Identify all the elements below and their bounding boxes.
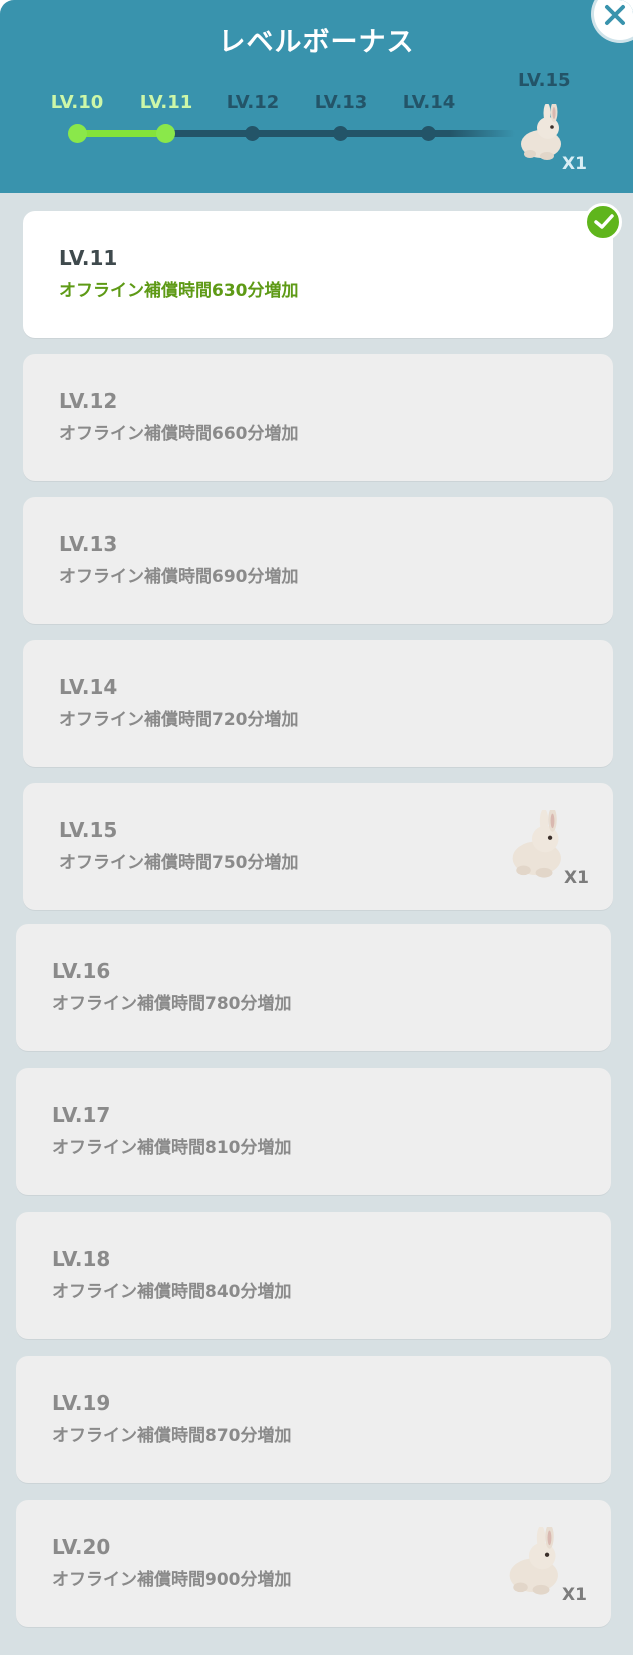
bonus-level: LV.11 <box>59 246 118 270</box>
bonus-level: LV.17 <box>52 1103 111 1127</box>
bonus-card-lv18: LV.18 オフライン補償時間840分増加 <box>16 1212 611 1339</box>
rabbit-icon[interactable] <box>518 104 566 162</box>
progress-node-lv11 <box>156 124 175 143</box>
bonus-level: LV.15 <box>59 818 118 842</box>
achieved-check-icon <box>584 203 622 241</box>
bonus-card-lv15: LV.15 オフライン補償時間750分増加 X1 <box>23 783 613 910</box>
level-bonus-dialog: レベルボーナス LV.10 LV.11 LV.12 LV.13 LV.14 LV… <box>0 0 633 1655</box>
reward-count: X1 <box>564 868 589 888</box>
rabbit-icon[interactable] <box>506 1527 564 1597</box>
bonus-description: オフライン補償時間720分増加 <box>59 710 299 730</box>
bonus-level: LV.16 <box>52 959 111 983</box>
bonus-description: オフライン補償時間780分増加 <box>52 994 292 1014</box>
bonus-level: LV.14 <box>59 675 118 699</box>
bonus-level: LV.18 <box>52 1247 111 1271</box>
bonus-level: LV.20 <box>52 1535 111 1559</box>
bonus-description: オフライン補償時間900分増加 <box>52 1570 292 1590</box>
bonus-description: オフライン補償時間840分増加 <box>52 1282 292 1302</box>
bonus-description: オフライン補償時間660分増加 <box>59 424 299 444</box>
bonus-level: LV.13 <box>59 532 118 556</box>
bonus-level: LV.12 <box>59 389 118 413</box>
bonus-card-lv17: LV.17 オフライン補償時間810分増加 <box>16 1068 611 1195</box>
progress-label-lv14: LV.14 <box>402 92 456 113</box>
bonus-description: オフライン補償時間690分増加 <box>59 567 299 587</box>
final-reward-count: X1 <box>562 154 587 174</box>
close-icon <box>605 5 625 25</box>
bonus-description: オフライン補償時間750分増加 <box>59 853 299 873</box>
lower-list-area: LV.16 オフライン補償時間780分増加 LV.17 オフライン補償時間810… <box>0 906 633 1655</box>
progress-label-lv12: LV.12 <box>226 92 280 113</box>
dialog-header: レベルボーナス LV.10 LV.11 LV.12 LV.13 LV.14 LV… <box>0 0 633 193</box>
dialog-title: レベルボーナス <box>218 27 415 58</box>
final-level-label: LV.15 <box>518 70 571 91</box>
rabbit-icon[interactable] <box>509 810 567 880</box>
progress-node-lv12 <box>245 126 260 141</box>
reward-count: X1 <box>562 1585 587 1605</box>
bonus-card-lv19: LV.19 オフライン補償時間870分増加 <box>16 1356 611 1483</box>
bonus-card-lv13: LV.13 オフライン補償時間690分増加 <box>23 497 613 624</box>
progress-fill <box>78 130 166 137</box>
progress-label-lv13: LV.13 <box>314 92 368 113</box>
bonus-card-lv20: LV.20 オフライン補償時間900分増加 X1 <box>16 1500 611 1627</box>
bonus-card-lv11: LV.11 オフライン補償時間630分増加 <box>23 211 613 338</box>
progress-node-lv14 <box>421 126 436 141</box>
bonus-description: オフライン補償時間630分増加 <box>59 281 299 301</box>
bonus-card-lv12: LV.12 オフライン補償時間660分増加 <box>23 354 613 481</box>
progress-node-lv13 <box>333 126 348 141</box>
bonus-card-lv16: LV.16 オフライン補償時間780分増加 <box>16 924 611 1051</box>
bonus-description: オフライン補償時間870分増加 <box>52 1426 292 1446</box>
progress-node-lv10 <box>68 124 87 143</box>
progress-label-lv11: LV.11 <box>139 92 193 113</box>
bonus-level: LV.19 <box>52 1391 111 1415</box>
bonus-description: オフライン補償時間810分増加 <box>52 1138 292 1158</box>
progress-label-lv10: LV.10 <box>50 92 104 113</box>
bonus-card-lv14: LV.14 オフライン補償時間720分増加 <box>23 640 613 767</box>
